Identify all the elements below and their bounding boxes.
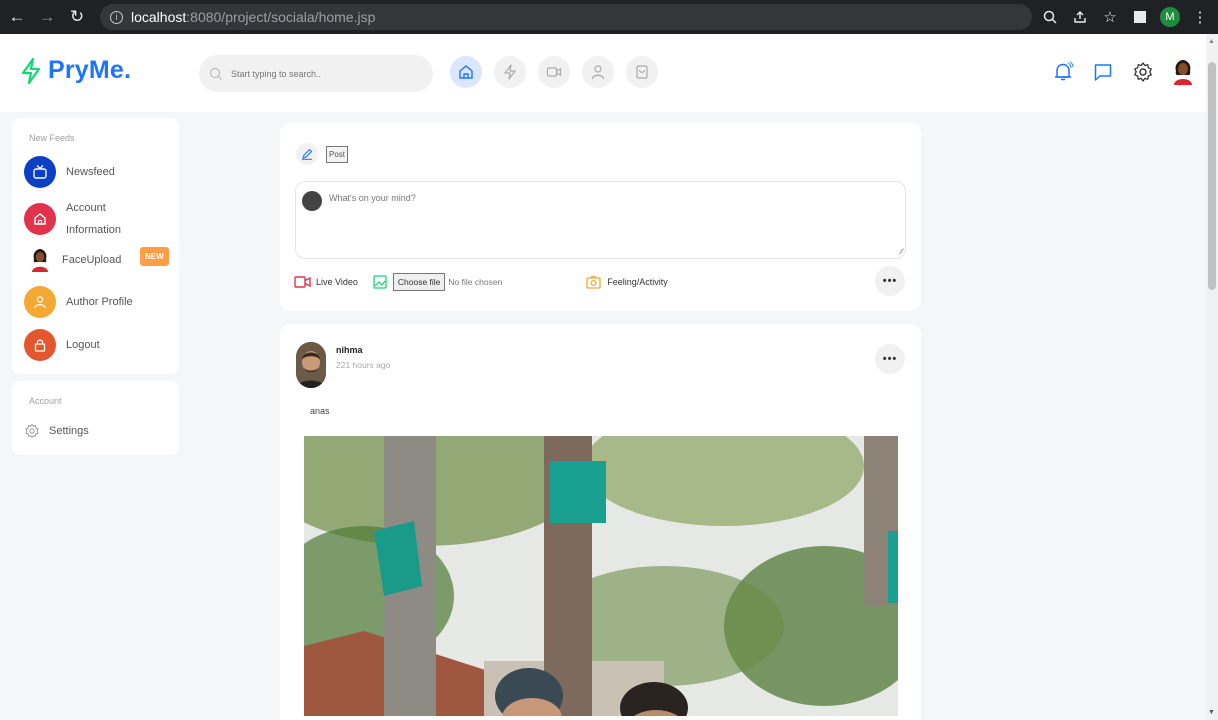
zoom-icon[interactable] [1040, 7, 1060, 27]
menu-dots-icon[interactable]: ⋮ [1190, 7, 1210, 27]
nav-shop-icon[interactable] [626, 56, 658, 88]
sidebar-item-author-profile[interactable]: Author Profile [24, 286, 133, 318]
app-header: PryMe. [0, 34, 1206, 112]
nav-bolt-icon[interactable] [494, 56, 526, 88]
post-placeholder: What's on your mind? [329, 193, 416, 203]
lock-icon [24, 329, 56, 361]
composer-avatar [302, 191, 322, 211]
forward-icon[interactable]: → [34, 4, 60, 30]
sidebar-account-card: Account Settings [12, 381, 179, 455]
site-info-icon[interactable]: i [110, 10, 123, 24]
sidebar-section-title: New Feeds [29, 133, 75, 143]
sidebar-feeds-card: New Feeds Newsfeed Account Information F… [12, 118, 179, 374]
video-icon [294, 276, 311, 288]
post-more-icon[interactable]: ••• [875, 344, 905, 374]
avatar-icon [24, 244, 56, 276]
new-badge: NEW [140, 247, 169, 266]
sidebar-item-settings[interactable]: Settings [24, 421, 89, 442]
sidebar-item-logout[interactable]: Logout [24, 329, 100, 361]
feed-post: nihma 221 hours ago ••• anas [280, 324, 921, 720]
user-avatar[interactable] [1170, 59, 1196, 85]
search-box[interactable] [199, 55, 433, 92]
notification-bell-icon[interactable] [1050, 59, 1076, 85]
side-panel-icon[interactable] [1130, 7, 1150, 27]
tv-icon [24, 156, 56, 188]
sidebar-item-label: Author Profile [66, 295, 133, 308]
image-icon [373, 275, 387, 289]
user-icon [24, 286, 56, 318]
page-scrollbar[interactable]: ▲ ▼ [1206, 34, 1218, 720]
browser-toolbar: ← → ↻ i localhost:8080/project/sociala/h… [0, 0, 1218, 34]
scroll-thumb[interactable] [1208, 62, 1216, 290]
browser-profile-avatar[interactable]: M [1160, 7, 1180, 27]
nav-video-icon[interactable] [538, 56, 570, 88]
settings-gear-icon[interactable] [1130, 59, 1156, 85]
no-file-label: No file chosen [448, 277, 503, 287]
scroll-up-icon[interactable]: ▲ [1208, 38, 1215, 45]
sidebar-item-label-line2: Information [66, 224, 122, 236]
sidebar-item-account-information[interactable]: Account Information [24, 197, 121, 241]
message-icon[interactable] [1090, 59, 1116, 85]
post-author-avatar[interactable] [296, 342, 326, 388]
sidebar-item-label: Account [66, 202, 106, 214]
post-composer: Post What's on your mind? ∕∕ Live Video … [280, 123, 921, 311]
resize-handle-icon[interactable]: ∕∕ [900, 247, 903, 256]
pencil-icon [296, 143, 318, 165]
nav-user-icon[interactable] [582, 56, 614, 88]
sidebar-item-label: Logout [66, 338, 100, 351]
live-video-button[interactable]: Live Video [294, 275, 358, 289]
feeling-activity-label: Feeling/Activity [607, 277, 668, 287]
logo[interactable]: PryMe. [20, 56, 131, 85]
share-icon[interactable] [1070, 7, 1090, 27]
settings-gear-icon [25, 424, 39, 439]
account-section-title: Account [29, 396, 62, 406]
post-timestamp: 221 hours ago [336, 360, 391, 370]
post-textarea[interactable]: What's on your mind? ∕∕ [295, 181, 906, 259]
top-nav [450, 56, 658, 88]
nav-home-icon[interactable] [450, 56, 482, 88]
post-image[interactable] [304, 436, 898, 716]
back-icon[interactable]: ← [4, 4, 30, 30]
post-text: anas [310, 406, 330, 416]
choose-file-button[interactable]: Choose file [392, 273, 446, 291]
bookmark-star-icon[interactable]: ☆ [1100, 7, 1120, 27]
composer-more-icon[interactable]: ••• [875, 266, 905, 296]
bolt-logo-icon [21, 57, 41, 84]
post-button[interactable]: Post [326, 145, 349, 163]
photo-upload[interactable]: Choose file No file chosen [373, 273, 502, 291]
url-path: :8080/project/sociala/home.jsp [186, 9, 376, 25]
camera-icon [586, 275, 601, 289]
sidebar-item-newsfeed[interactable]: Newsfeed [24, 156, 115, 188]
logo-text: PryMe. [48, 56, 132, 84]
url-host: localhost [131, 9, 187, 25]
reload-icon[interactable]: ↻ [64, 4, 90, 30]
home-icon [24, 203, 56, 235]
post-username[interactable]: nihma [336, 345, 363, 355]
feeling-activity-button[interactable]: Feeling/Activity [586, 275, 668, 289]
search-icon [209, 67, 222, 80]
search-input[interactable] [231, 68, 411, 79]
settings-label: Settings [49, 425, 89, 437]
sidebar-item-label: Newsfeed [66, 165, 115, 178]
sidebar-item-label: FaceUpload [62, 253, 122, 266]
address-bar[interactable]: i localhost:8080/project/sociala/home.js… [100, 4, 1032, 30]
scroll-down-icon[interactable]: ▼ [1208, 709, 1215, 716]
sidebar-item-faceupload[interactable]: FaceUpload [24, 244, 121, 276]
live-video-label: Live Video [316, 277, 358, 287]
